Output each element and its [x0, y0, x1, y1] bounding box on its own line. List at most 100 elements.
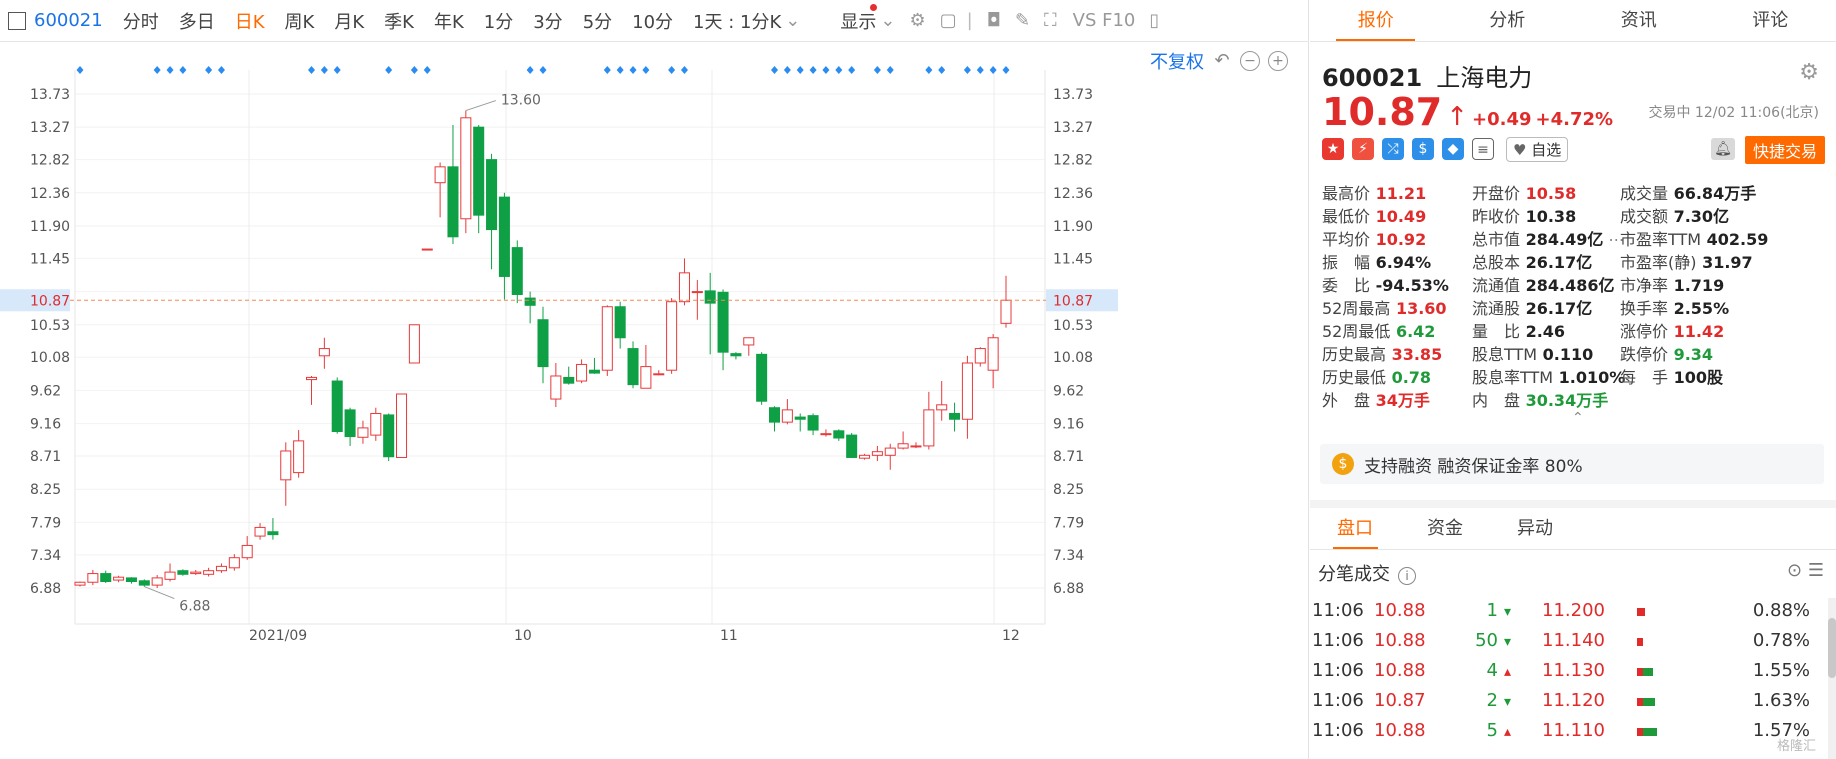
stat-value: 402.59 [1701, 230, 1769, 249]
watchlist-label: 自选 [1531, 140, 1562, 159]
period-tab-5[interactable]: 季K [384, 8, 414, 34]
period-tab-10[interactable]: 10分 [632, 8, 673, 34]
period-tab-2[interactable]: 日K [235, 8, 265, 34]
stat-value: 284.49亿 [1520, 230, 1604, 249]
stat-label: 52周最高 [1322, 299, 1391, 318]
y-tick-label-left: 10.08 [30, 350, 70, 366]
sidebar-icon[interactable]: ▯ [1149, 10, 1159, 31]
candle-body [280, 450, 292, 481]
camera-icon[interactable]: ◘ [987, 10, 1001, 31]
stat-label: 历史最低 [1322, 368, 1387, 387]
tag-icon[interactable]: ◆ [1442, 138, 1464, 160]
stats-row: 振 幅 6.94% 总股本 26.17亿 市盈率(静) 31.97 [1322, 249, 1836, 272]
stat-value: 1.719 [1668, 276, 1725, 295]
stat-value: 11.42 [1668, 322, 1725, 341]
settings-gear-icon[interactable]: ⚙ [1799, 60, 1819, 85]
detail-tab-2[interactable]: 异动 [1490, 508, 1580, 549]
event-marker-icon [179, 66, 187, 74]
candle-body [550, 375, 562, 400]
square-toggle-icon[interactable]: ▢ [940, 10, 957, 31]
china-flag-icon[interactable]: ★ [1322, 138, 1344, 160]
candle-body [138, 580, 150, 586]
fast-trade-icon[interactable]: ⚡ [1352, 138, 1374, 160]
quote-tab-1[interactable]: 分析 [1442, 0, 1574, 41]
period-tab-0[interactable]: 分时 [123, 8, 159, 34]
detail-tab-0[interactable]: 盘口 [1310, 508, 1400, 549]
event-marker-icon [642, 66, 650, 74]
y-tick-label-right: 7.34 [1053, 548, 1084, 564]
quote-tab-3[interactable]: 评论 [1705, 0, 1836, 41]
y-tick-label-right: 12.82 [1053, 153, 1093, 169]
stat-cell: 委 比 -94.53% [1322, 272, 1449, 296]
event-marker-icon [989, 66, 997, 74]
stat-value: 0.78 [1386, 368, 1432, 387]
kline-chart[interactable]: 13.73 13.73 13.27 13.27 12.82 12.82 12.36 12.36… [0, 42, 1309, 759]
event-marker-icon [385, 66, 393, 74]
period-tabs: 分时 多日 日K 周K 月K 季K 年K 1分 3分 5分 10分 [103, 8, 673, 34]
candle-body [215, 565, 227, 572]
info-icon[interactable]: i [1398, 567, 1416, 585]
stat-cell: 跌停价 9.34 [1620, 341, 1713, 365]
stat-label: 每 手 [1620, 368, 1669, 387]
candle-body [498, 196, 510, 277]
stock-code-link[interactable]: 600021 [34, 10, 103, 31]
fullscreen-icon[interactable]: ⛶ [1044, 10, 1057, 31]
stock-name: 上海电力 [1436, 64, 1533, 92]
tick-pct: 0.88% [1752, 600, 1810, 621]
tick-direction-icon: ▾ [1504, 634, 1512, 650]
candle-body [666, 301, 678, 371]
tick-row: 11:06 10.88 1 ▾ 11.200 0.88% [1310, 598, 1836, 628]
tick-volume: 2 [1486, 690, 1498, 711]
period-tab-3[interactable]: 周K [285, 8, 315, 34]
y-tick-label-right: 13.73 [1053, 87, 1093, 103]
y-tick-label-left: 13.27 [30, 120, 70, 136]
caret-up-icon[interactable]: ⌃ [1572, 410, 1584, 426]
candle-body [408, 324, 420, 364]
dollar-icon[interactable]: $ [1412, 138, 1434, 160]
detail-tab-1[interactable]: 资金 [1400, 508, 1490, 549]
current-price-label-right: 10.87 [1053, 293, 1093, 309]
candle-body [125, 577, 137, 583]
gear-icon[interactable]: ⚙ [909, 10, 925, 31]
candle-body [177, 570, 189, 575]
pencil-icon[interactable]: ✎ [1015, 10, 1030, 31]
display-menu[interactable]: 显示 [840, 8, 876, 34]
add-watchlist-button[interactable]: ♥ 自选 [1506, 136, 1569, 162]
vs-f10-buttons[interactable]: VS F10 [1073, 10, 1136, 31]
event-marker-icon [423, 66, 431, 74]
stat-cell: 股息TTM 0.110 [1472, 341, 1593, 365]
quick-trade-button[interactable]: 快捷交易 [1744, 136, 1825, 164]
quote-tab-2[interactable]: 资讯 [1573, 0, 1705, 41]
quote-tab-0[interactable]: 报价 [1310, 0, 1442, 41]
tick-bar-green [1643, 698, 1655, 706]
stat-cell: 内 盘 30.34万手 [1472, 387, 1608, 411]
y-tick-label-left: 8.71 [30, 449, 61, 465]
candle-body [203, 570, 215, 575]
interval-select[interactable]: 1天 : 1分K [693, 8, 781, 34]
more-icon[interactable]: ⊙ ☰ [1787, 560, 1824, 581]
period-tab-6[interactable]: 年K [434, 8, 464, 34]
period-tab-7[interactable]: 1分 [484, 8, 513, 34]
candle-body [910, 445, 922, 448]
stat-value: 26.17亿 [1520, 253, 1593, 272]
tick-pct: 1.55% [1752, 660, 1810, 681]
stat-cell: 总市值 284.49亿 ⋯ [1472, 226, 1624, 250]
scrollbar[interactable] [1828, 598, 1836, 759]
shuffle-icon[interactable]: ⤮ [1382, 138, 1404, 160]
period-tab-1[interactable]: 多日 [179, 8, 215, 34]
period-tab-9[interactable]: 5分 [583, 8, 612, 34]
period-tab-8[interactable]: 3分 [533, 8, 562, 34]
stat-cell: 每 手 100股 [1620, 364, 1723, 388]
period-tab-4[interactable]: 月K [334, 8, 364, 34]
notes-icon[interactable]: ≡ [1472, 138, 1494, 160]
bell-icon[interactable]: 🔔︎ [1711, 138, 1735, 160]
panel-toggle-icon[interactable] [8, 11, 26, 30]
stat-label: 外 盘 [1322, 391, 1371, 410]
stat-cell: 换手率 2.55% [1620, 295, 1729, 319]
event-marker-icon [1002, 66, 1010, 74]
candle-body [293, 440, 305, 474]
stat-label: 总股本 [1472, 253, 1521, 272]
tick-price: 10.87 [1374, 690, 1426, 711]
stat-label: 最高价 [1322, 184, 1371, 203]
y-tick-label-left: 12.82 [30, 153, 70, 169]
